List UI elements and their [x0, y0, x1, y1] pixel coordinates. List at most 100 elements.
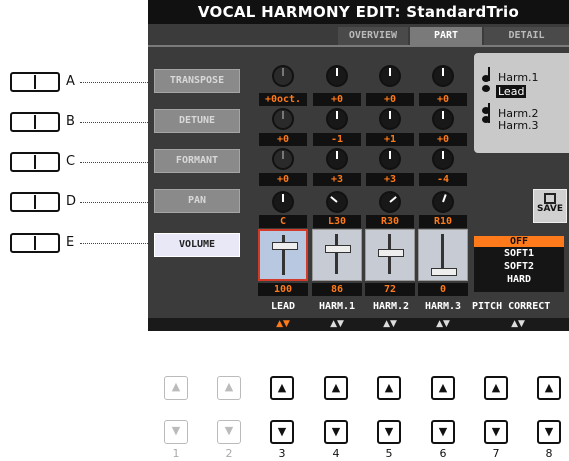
- side-button-d[interactable]: [10, 192, 60, 212]
- volume-value-lead: 100: [258, 283, 308, 296]
- fader-cap-harm3[interactable]: [431, 268, 457, 276]
- detune-knob-harm3[interactable]: [434, 110, 452, 128]
- button-number-4: 4: [332, 447, 340, 460]
- formant-knob-harm2[interactable]: [381, 150, 399, 168]
- down-button-8[interactable]: ▼: [537, 420, 561, 444]
- param-detune-button[interactable]: DETUNE: [154, 109, 240, 133]
- pan-knob-harm2[interactable]: [381, 193, 399, 211]
- transpose-value-harm2: +0: [366, 93, 414, 106]
- up-button-1[interactable]: ▲: [164, 376, 188, 400]
- detune-knob-harm2[interactable]: [381, 110, 399, 128]
- button-number-8: 8: [545, 447, 553, 460]
- formant-knob-lead[interactable]: [274, 150, 292, 168]
- pitch-correct-list: OFF SOFT1 SOFT2 HARD: [474, 236, 564, 292]
- detune-knob-lead[interactable]: [274, 110, 292, 128]
- button-number-2: 2: [225, 447, 233, 460]
- detune-value-lead: +0: [259, 133, 307, 146]
- up-button-5[interactable]: ▲: [377, 376, 401, 400]
- tab-part[interactable]: PART: [410, 27, 482, 45]
- tab-overview[interactable]: OVERVIEW: [338, 27, 408, 45]
- fader-cap-lead[interactable]: [272, 242, 298, 251]
- up-button-4[interactable]: ▲: [324, 376, 348, 400]
- formant-value-harm1: +3: [313, 173, 361, 186]
- volume-fader-harm3[interactable]: [418, 229, 468, 281]
- side-label-e: E: [66, 235, 75, 250]
- side-button-c[interactable]: [10, 152, 60, 172]
- down-button-1[interactable]: ▼: [164, 420, 188, 444]
- formant-value-harm2: +3: [366, 173, 414, 186]
- transpose-value-harm3: +0: [419, 93, 467, 106]
- button-number-6: 6: [439, 447, 447, 460]
- side-button-a[interactable]: [10, 72, 60, 92]
- up-button-8[interactable]: ▲: [537, 376, 561, 400]
- lcd-screen: VOCAL HARMONY EDIT: StandardTrio OVERVIE…: [148, 0, 569, 331]
- down-button-4[interactable]: ▼: [324, 420, 348, 444]
- volume-fader-lead[interactable]: [258, 229, 308, 281]
- param-pan-button[interactable]: PAN: [154, 189, 240, 213]
- arrows-lead: ▲▼: [276, 319, 290, 329]
- pitch-option-soft1[interactable]: SOFT1: [474, 247, 564, 260]
- pitch-option-off[interactable]: OFF: [474, 236, 564, 247]
- side-label-a: A: [66, 74, 75, 89]
- volume-fader-harm2[interactable]: [365, 229, 415, 281]
- part-label-lead: LEAD: [270, 301, 296, 312]
- pan-value-harm3: R10: [419, 215, 467, 228]
- fader-cap-harm2[interactable]: [378, 248, 404, 257]
- arrows-pitch: ▲▼: [511, 319, 525, 329]
- floppy-disk-icon: [544, 193, 556, 204]
- screen-title: VOCAL HARMONY EDIT: StandardTrio: [148, 0, 569, 24]
- down-button-3[interactable]: ▼: [270, 420, 294, 444]
- volume-value-harm3: 0: [418, 283, 468, 296]
- arrows-harm1: ▲▼: [330, 319, 344, 329]
- save-button[interactable]: SAVE: [533, 189, 567, 223]
- part-label-harm1: HARM.1: [318, 301, 356, 312]
- side-button-b[interactable]: [10, 112, 60, 132]
- transpose-knob-harm3[interactable]: [434, 67, 452, 85]
- up-button-2[interactable]: ▲: [217, 376, 241, 400]
- volume-value-harm1: 86: [312, 283, 362, 296]
- fader-cap-harm1[interactable]: [325, 244, 351, 253]
- staff-notes-icon: [482, 67, 492, 131]
- pan-knob-lead[interactable]: [274, 193, 292, 211]
- volume-fader-harm1[interactable]: [312, 229, 362, 281]
- transpose-knob-lead[interactable]: [274, 67, 292, 85]
- transpose-knob-harm2[interactable]: [381, 67, 399, 85]
- up-button-7[interactable]: ▲: [484, 376, 508, 400]
- pitch-option-hard[interactable]: HARD: [474, 273, 564, 286]
- button-number-3: 3: [278, 447, 286, 460]
- button-number-7: 7: [492, 447, 500, 460]
- leader-line-a: [80, 82, 150, 83]
- formant-knob-harm3[interactable]: [434, 150, 452, 168]
- side-label-d: D: [66, 194, 77, 209]
- formant-value-lead: +0: [259, 173, 307, 186]
- arrows-harm2: ▲▼: [383, 319, 397, 329]
- down-button-2[interactable]: ▼: [217, 420, 241, 444]
- up-button-3[interactable]: ▲: [270, 376, 294, 400]
- score-panel: Harm.1 Lead Harm.2 Harm.3: [474, 53, 569, 153]
- detune-knob-harm1[interactable]: [328, 110, 346, 128]
- detune-value-harm1: -1: [313, 133, 361, 146]
- param-transpose-button[interactable]: TRANSPOSE: [154, 69, 240, 93]
- param-formant-button[interactable]: FORMANT: [154, 149, 240, 173]
- down-button-5[interactable]: ▼: [377, 420, 401, 444]
- tab-underline: [148, 45, 569, 47]
- side-button-e[interactable]: [10, 233, 60, 253]
- formant-knob-harm1[interactable]: [328, 150, 346, 168]
- down-button-7[interactable]: ▼: [484, 420, 508, 444]
- pan-knob-harm3[interactable]: [434, 193, 452, 211]
- arrows-harm3: ▲▼: [436, 319, 450, 329]
- up-button-6[interactable]: ▲: [431, 376, 455, 400]
- score-label-harm1: Harm.1: [498, 71, 539, 84]
- pan-knob-harm1[interactable]: [328, 193, 346, 211]
- param-volume-button[interactable]: VOLUME: [154, 233, 240, 257]
- transpose-knob-harm1[interactable]: [328, 67, 346, 85]
- transpose-value-harm1: +0: [313, 93, 361, 106]
- tab-detail[interactable]: DETAIL: [484, 27, 569, 45]
- button-number-5: 5: [385, 447, 393, 460]
- detune-value-harm3: +0: [419, 133, 467, 146]
- down-button-6[interactable]: ▼: [431, 420, 455, 444]
- leader-line-e: [80, 243, 150, 244]
- pitch-option-soft2[interactable]: SOFT2: [474, 260, 564, 273]
- volume-value-harm2: 72: [365, 283, 415, 296]
- formant-value-harm3: -4: [419, 173, 467, 186]
